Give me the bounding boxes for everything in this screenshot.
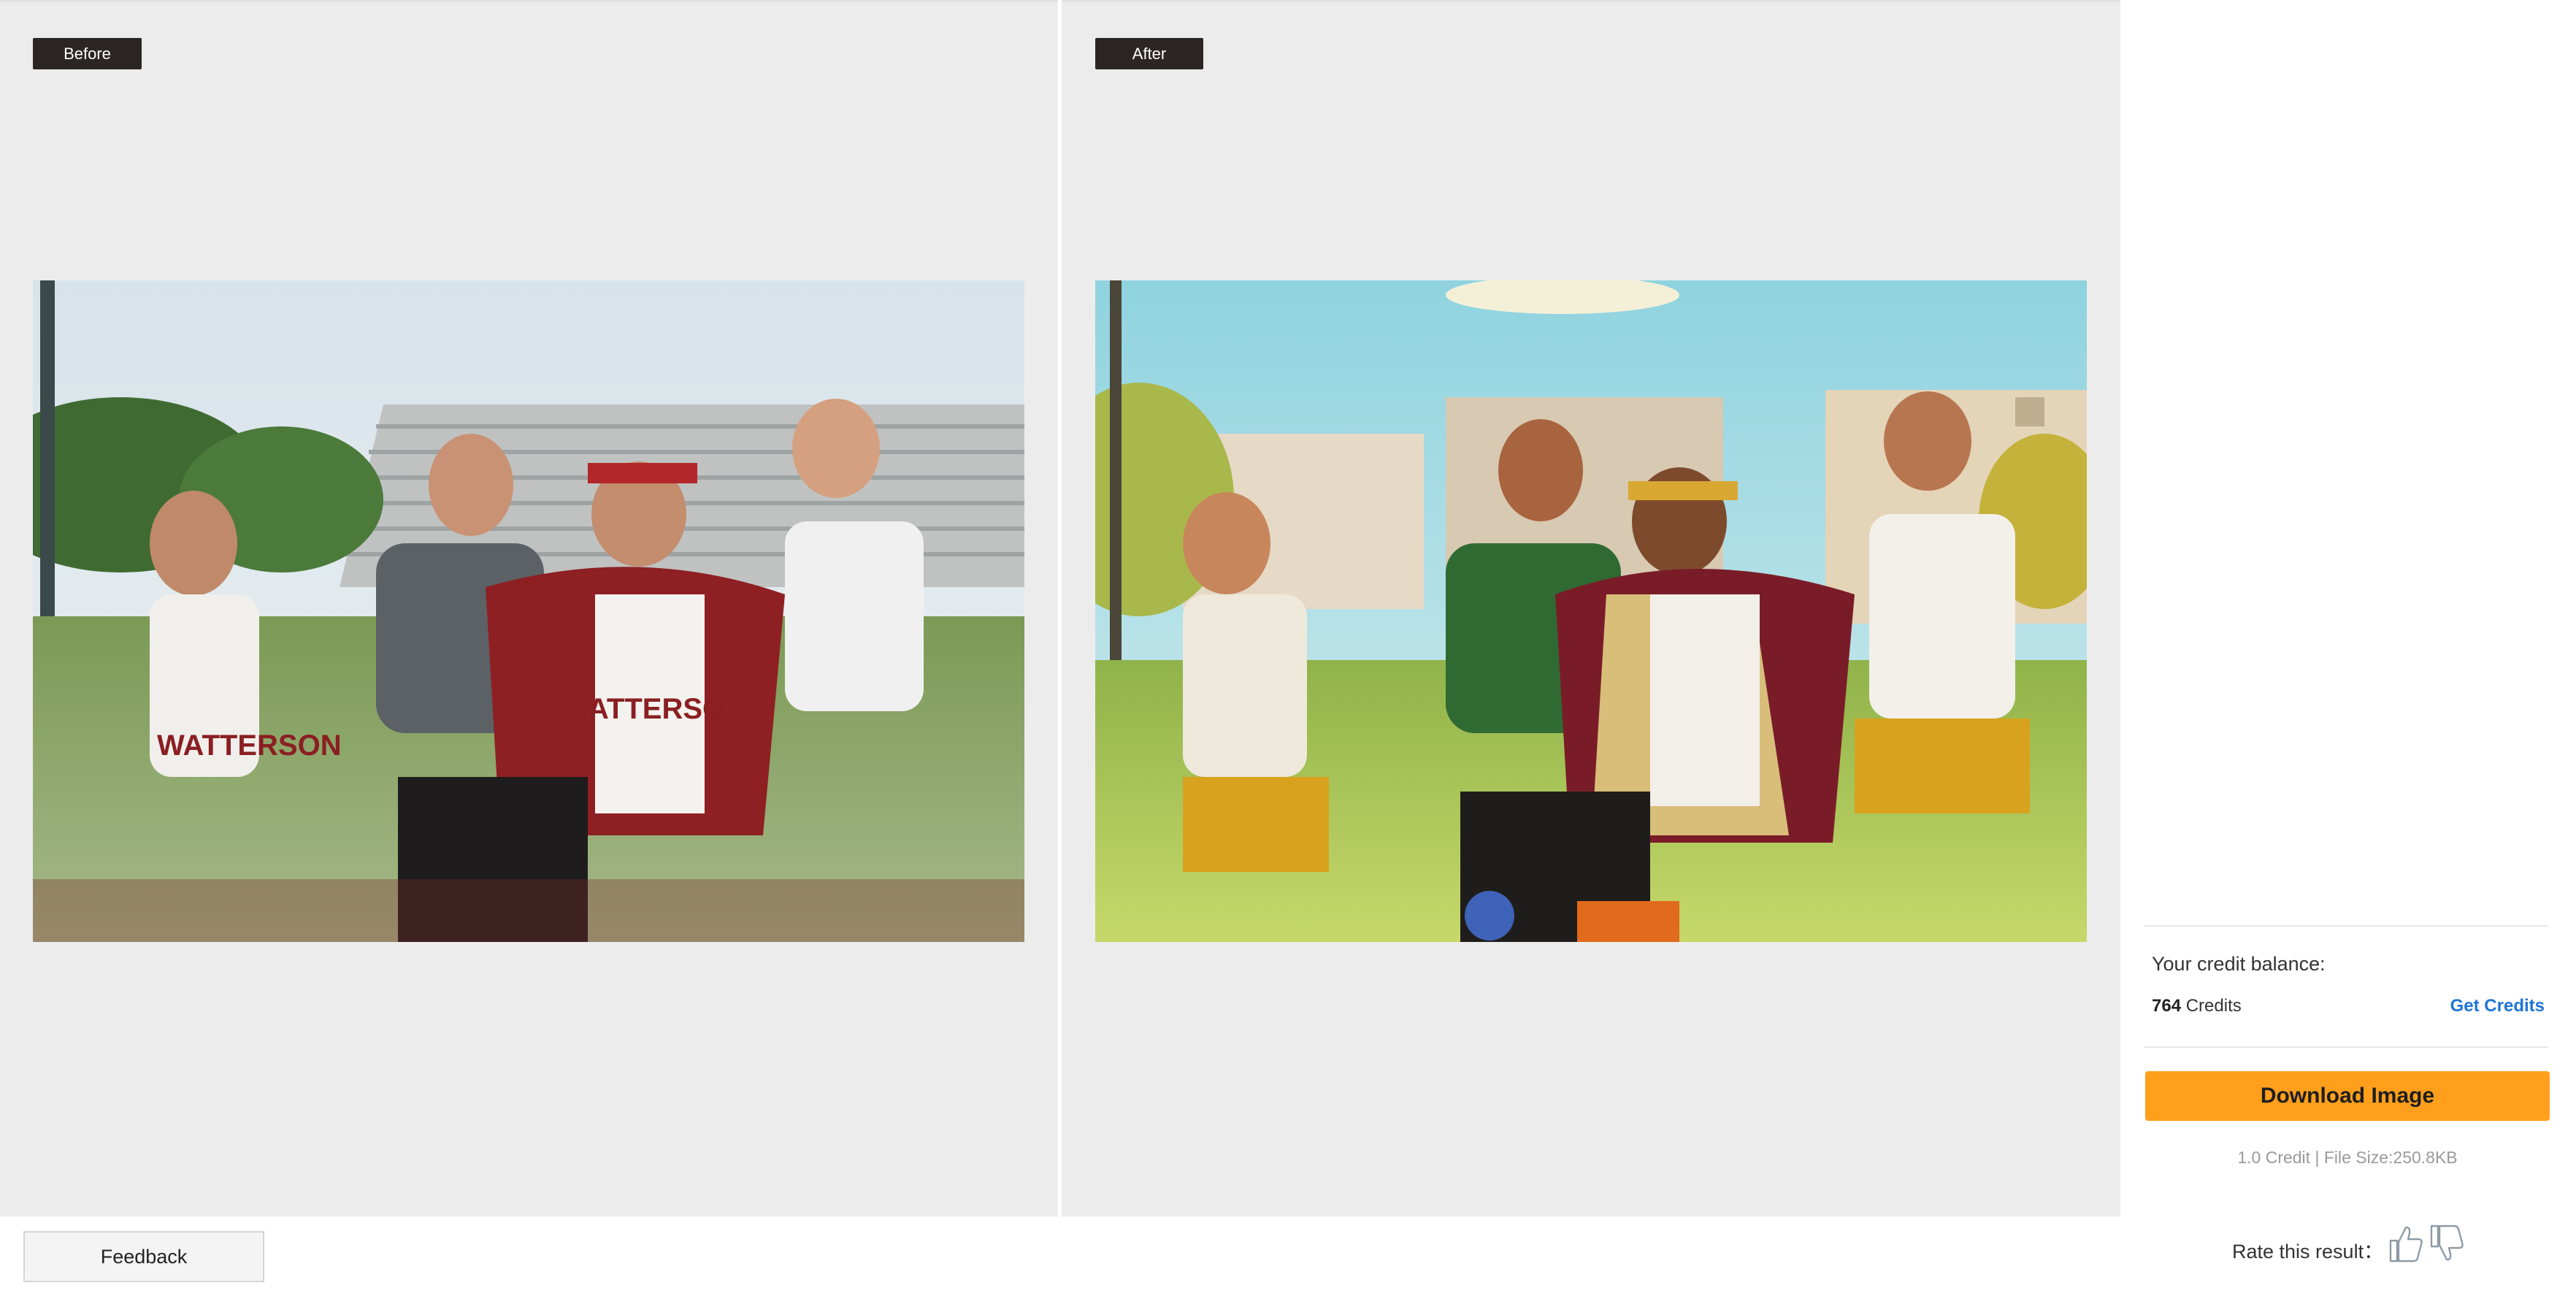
after-image	[1095, 280, 2087, 942]
before-image: WATTERSON ATTERSO	[33, 280, 1024, 942]
download-image-button[interactable]: Download Image	[2145, 1071, 2550, 1121]
svg-text:ATTERSO: ATTERSO	[588, 693, 725, 725]
bottom-bar	[0, 1217, 2120, 1291]
thumbs-up-icon[interactable]	[2388, 1223, 2424, 1264]
thumbs-down-icon[interactable]	[2429, 1223, 2465, 1264]
credit-balance-value: 764 Credits	[2152, 996, 2242, 1016]
get-credits-link[interactable]: Get Credits	[2450, 996, 2545, 1016]
rate-result-label: Rate this result：	[2232, 1241, 2384, 1263]
sidebar-divider-bottom	[2144, 1046, 2548, 1048]
credit-unit: Credits	[2181, 996, 2242, 1016]
file-info: 1.0 Credit | File Size:250.8KB	[2237, 1148, 2458, 1167]
svg-text:WATTERSON: WATTERSON	[157, 729, 342, 762]
credit-balance-title: Your credit balance:	[2152, 953, 2326, 975]
credit-amount: 764	[2152, 996, 2182, 1016]
feedback-button[interactable]: Feedback	[23, 1231, 264, 1282]
before-label: Before	[33, 38, 142, 69]
split-divider[interactable]	[1058, 0, 1062, 1217]
after-label: After	[1095, 38, 1203, 69]
sidebar-divider-top	[2144, 925, 2548, 927]
